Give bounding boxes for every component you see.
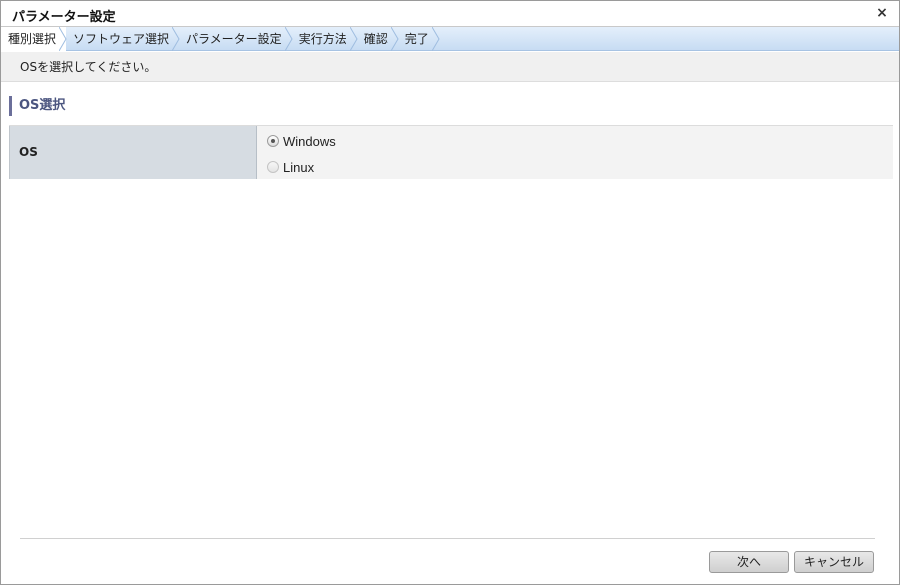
close-icon[interactable]: × [875,5,889,21]
step-software-selection: ソフトウェア選択 [66,27,180,51]
os-form-table: OS Windows Linux [9,125,893,179]
next-button[interactable]: 次へ [709,551,789,573]
step-type-selection: 種別選択 [1,27,67,51]
step-label: 確認 [363,32,388,46]
step-separator-icon [349,27,358,51]
step-separator-icon [390,27,399,51]
option-label: Linux [283,159,315,175]
step-label: 種別選択 [8,32,57,46]
cancel-button[interactable]: キャンセル [794,551,874,573]
step-label: パラメーター設定 [186,32,282,46]
option-label: Windows [283,133,336,149]
dialog-titlebar: パラメーター設定 × [1,1,899,27]
instruction-text: OSを選択してください。 [1,52,899,82]
step-label: ソフトウェア選択 [73,32,170,46]
dialog-title: パラメーター設定 [12,10,116,25]
radio-unchecked-icon[interactable] [267,161,279,173]
step-execution-method: 実行方法 [292,27,358,51]
os-option-windows[interactable]: Windows [267,132,336,150]
step-separator-icon [431,27,440,51]
step-label: 完了 [404,32,429,46]
os-field-value: Windows Linux [257,126,893,179]
step-separator-icon [59,27,67,51]
step-separator-icon [172,27,180,51]
parameter-settings-dialog: パラメーター設定 × 種別選択 ソフトウェア選択 パラメーター設定 実行方法 確… [0,0,900,585]
os-option-linux[interactable]: Linux [267,158,314,176]
footer-divider [20,538,875,539]
os-field-label: OS [9,126,257,179]
step-label: 実行方法 [298,32,347,46]
section-heading: OS選択 [9,96,65,116]
radio-checked-icon[interactable] [267,135,279,147]
step-parameter-settings: パラメーター設定 [179,27,293,51]
wizard-steps: 種別選択 ソフトウェア選択 パラメーター設定 実行方法 確認 完了 [1,27,899,51]
step-separator-icon [284,27,293,51]
